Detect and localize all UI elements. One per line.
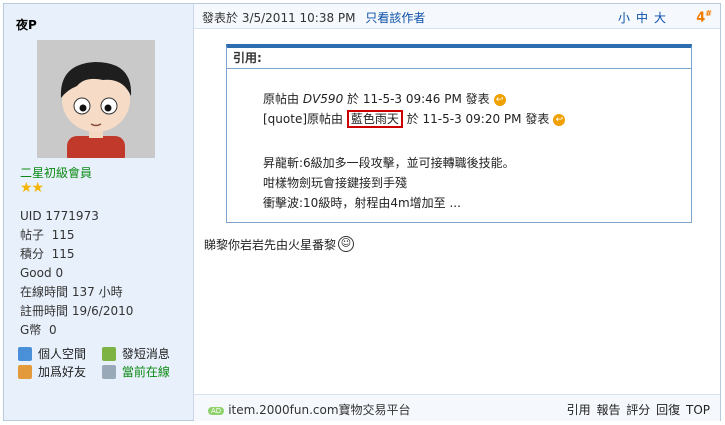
stat-uid: UID 1771973 [20,209,99,223]
user-online-icon [101,365,116,379]
envelope-icon [101,347,116,361]
author-links: 個人空間 發短消息 加爲好友 當前在線 [18,345,188,381]
quote-body-line: 衝擊波:10級時，射程由4m增加至 ... [263,196,461,210]
posted-time: 發表於 3/5/2011 10:38 PM [202,11,356,25]
send-message-link[interactable]: 發短消息 [101,345,182,363]
quote-body-line: 昇龍斬:6級加多一段攻擊，並可接轉職後技能。 [263,156,515,170]
add-friend-icon [18,365,32,379]
stat-register-date: 註冊時間 19/6/2010 [20,304,134,318]
home-icon [18,347,32,361]
quoted-user-2[interactable]: 藍色雨天 [346,110,403,128]
stat-online-time: 在線時間 137 小時 [20,285,123,299]
avatar[interactable] [37,40,155,158]
post-footer: AD item.2000fun.com寶物交易平台 引用 報告 評分 回復 TOP [194,394,720,421]
stat-posts: 帖子 115 [20,228,75,242]
quote-body-line: 咁樣物劍玩會接鍵接到手殘 [263,176,408,190]
footer-ad[interactable]: AD item.2000fun.com寶物交易平台 [208,401,411,418]
top-button[interactable]: TOP [686,403,710,417]
quote-box: 引用: 原帖由 DV590 於 11-5-3 09:46 PM 發表 ↩ [quo… [226,44,692,223]
stat-good: Good 0 [20,266,64,280]
author-name[interactable]: 夜P [16,16,37,33]
author-stats: UID 1771973 帖子 115 積分 115 Good 0 在線時間 13… [20,207,180,340]
post-main: 發表於 3/5/2011 10:38 PM 只看該作者 小中大 4# 引用: 原… [194,4,720,421]
quote-title: 引用: [227,48,691,69]
stat-gcoin: G幣 0 [20,323,57,337]
font-size-switcher[interactable]: 小中大 [618,9,672,26]
back-arrow-icon[interactable]: ↩ [553,113,566,126]
quoted-user-1[interactable]: DV590 [303,92,343,106]
add-friend-link[interactable]: 加爲好友 [18,363,98,381]
quote-line-2: [quote]原帖由 藍色雨天 於 11-5-3 09:20 PM 發表 ↩ [263,110,566,128]
report-button[interactable]: 報告 [596,403,620,417]
ad-badge: AD [208,406,225,415]
post-meta: 發表於 3/5/2011 10:38 PM 只看該作者 [202,9,425,26]
stat-points: 積分 115 [20,247,75,261]
avatar-image [37,40,155,158]
personal-space-link[interactable]: 個人空間 [18,345,98,363]
quote-button[interactable]: 引用 [567,403,591,417]
smiley-icon: ☺ [338,236,355,252]
back-arrow-icon[interactable]: ↩ [493,93,506,106]
rank-stars: ★★ [20,180,44,196]
post-actions: 引用 報告 評分 回復 TOP [565,401,710,418]
online-status: 當前在線 [101,363,182,381]
post-floor-number[interactable]: 4# [696,9,712,25]
reply-button[interactable]: 回復 [656,403,680,417]
rate-button[interactable]: 評分 [626,403,650,417]
author-sidebar: 夜P 二星初級會員 ★★ UID 1771973 帖子 115 積分 115 G… [4,4,194,420]
member-rank: 二星初級會員 [20,166,93,180]
post-header: 發表於 3/5/2011 10:38 PM 只看該作者 小中大 4# [194,4,720,29]
only-author-link[interactable]: 只看該作者 [365,11,425,25]
post-frame: 夜P 二星初級會員 ★★ UID 1771973 帖子 115 積分 115 G… [3,3,721,421]
quote-line-1: 原帖由 DV590 於 11-5-3 09:46 PM 發表 ↩ [263,90,506,107]
post-content: 睇黎你岩岩先由火星番黎 ☺ [204,236,355,253]
